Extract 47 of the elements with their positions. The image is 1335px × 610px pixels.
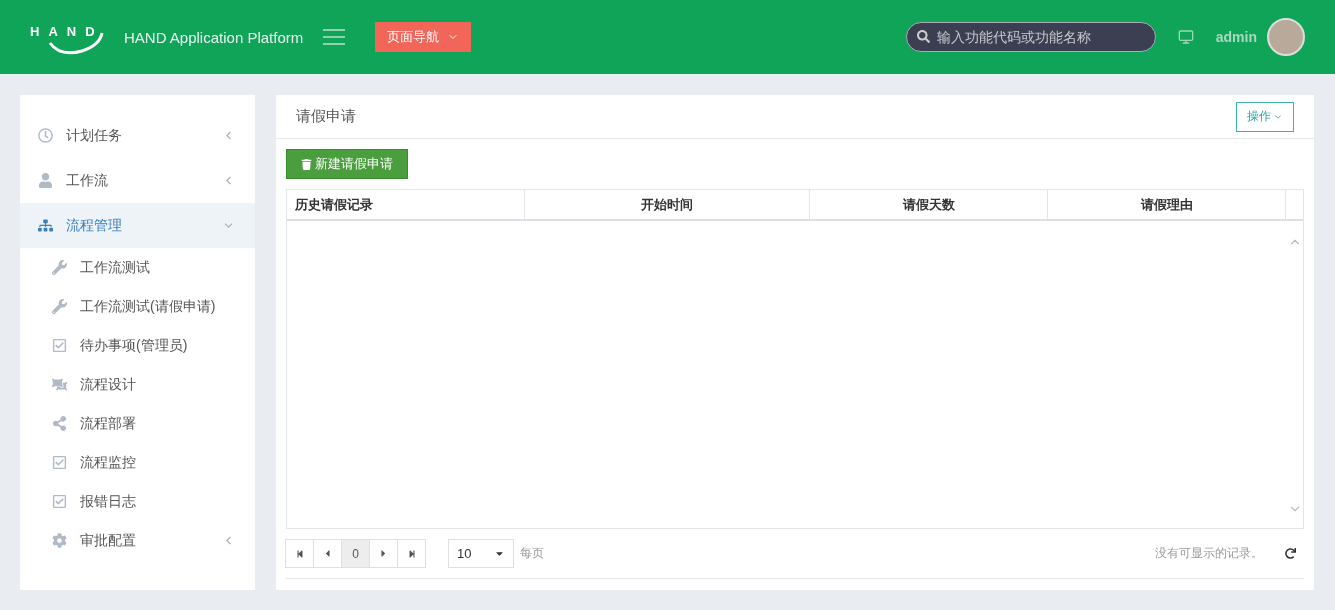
app-title: HAND Application Platform [124, 28, 304, 46]
menu-icon [52, 260, 67, 275]
column-header[interactable]: 历史请假记录 [287, 190, 525, 219]
column-header[interactable]: 请假天数 [810, 190, 1048, 219]
menu-icon [52, 338, 67, 353]
menu-icon [38, 218, 53, 233]
menu-icon [52, 455, 67, 470]
menu-icon [52, 299, 67, 314]
search-icon [916, 30, 930, 43]
sidebar-item[interactable]: 工作流 [20, 158, 255, 203]
sidebar-subitem[interactable]: 工作流测试 [20, 248, 255, 287]
trash-icon [301, 158, 312, 170]
logo: HAND [30, 17, 110, 57]
next-page-button[interactable] [369, 539, 398, 568]
sidebar-subitem[interactable]: 审批配置 [20, 521, 255, 560]
sidebar-item[interactable]: 计划任务 [20, 113, 255, 158]
sidebar-subitem[interactable]: 流程监控 [20, 443, 255, 482]
refresh-icon [1285, 548, 1296, 559]
sidebar-item[interactable]: 流程管理 [20, 203, 255, 248]
sidebar-subitem[interactable]: 待办事项(管理员) [20, 326, 255, 365]
last-page-icon [407, 549, 416, 558]
menu-icon [52, 533, 67, 548]
first-page-icon [295, 549, 304, 558]
menu-button[interactable] [323, 29, 346, 45]
empty-message: 没有可显示的记录。 [1155, 545, 1263, 562]
monitor-icon[interactable] [1177, 29, 1194, 45]
sidebar-subitem[interactable]: 流程设计 [20, 365, 255, 404]
panel-title: 请假申请 [296, 107, 356, 126]
menu-icon [38, 173, 53, 188]
first-page-button[interactable] [285, 539, 314, 568]
menu-icon [38, 128, 53, 143]
prev-page-button[interactable] [313, 539, 342, 568]
menu-icon [52, 377, 67, 392]
page-number[interactable]: 0 [341, 539, 370, 568]
sidebar-subitem[interactable]: 报错日志 [20, 482, 255, 521]
column-header[interactable]: 请假理由 [1048, 190, 1286, 219]
sidebar-subitem[interactable]: 流程部署 [20, 404, 255, 443]
avatar[interactable] [1267, 18, 1305, 56]
page-size-select[interactable]: 10 [448, 539, 514, 568]
sidebar-subitem[interactable]: 工作流测试(请假申请) [20, 287, 255, 326]
refresh-button[interactable] [1285, 548, 1296, 559]
menu-icon [52, 494, 67, 509]
search-field[interactable]: 输入功能代码或功能名称 [905, 22, 1156, 52]
per-page-label: 每页 [520, 545, 544, 562]
last-page-button[interactable] [397, 539, 426, 568]
menu-icon [52, 416, 67, 431]
column-header[interactable]: 开始时间 [525, 190, 810, 219]
